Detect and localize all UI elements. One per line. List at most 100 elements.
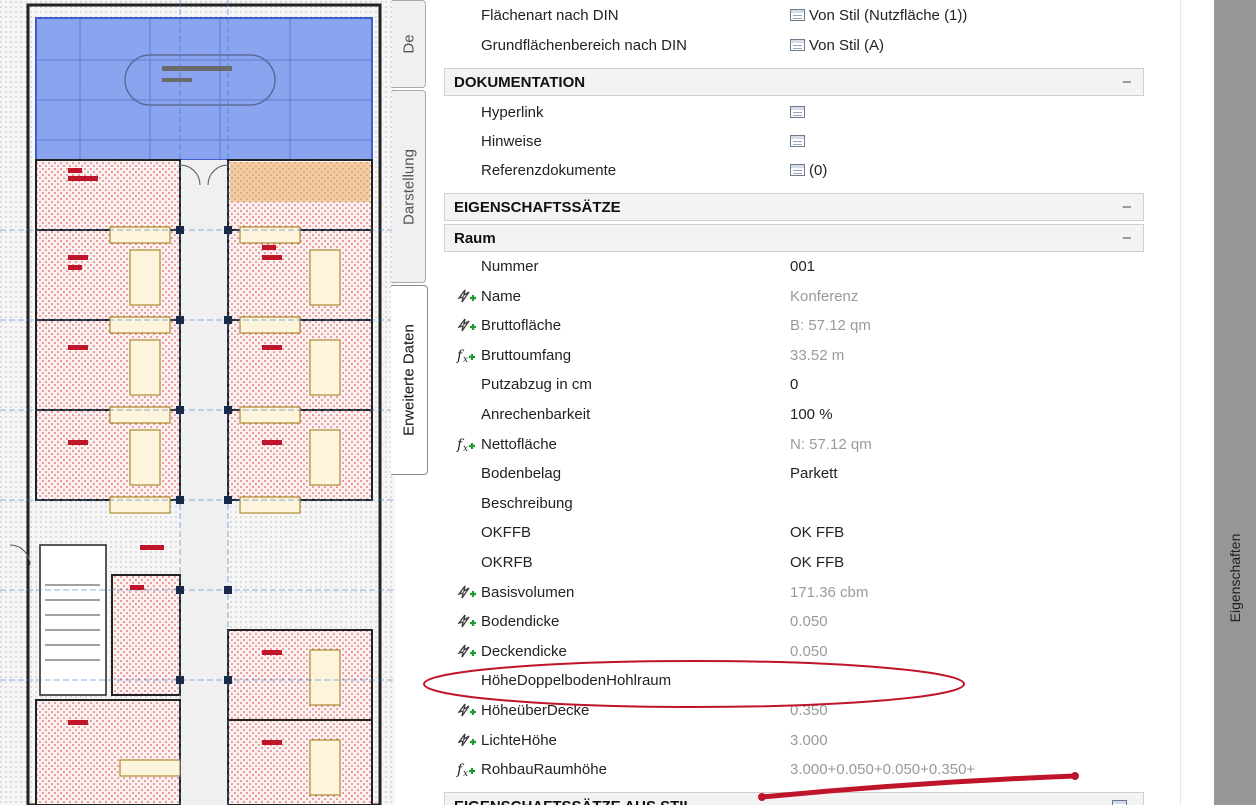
side-tab-strip: De Darstellung Erweiterte Daten bbox=[388, 0, 428, 805]
property-value[interactable] bbox=[790, 133, 809, 150]
tab-darstellung-label: Darstellung bbox=[400, 148, 417, 225]
property-row-raum[interactable]: Bruttofläche B: 57.12 qm bbox=[444, 312, 1144, 341]
property-row-raum[interactable]: OKRFB OK FFB bbox=[444, 549, 1144, 578]
property-label: Name bbox=[481, 287, 522, 305]
property-value[interactable]: (0) bbox=[790, 162, 827, 179]
property-value-text: OK FFB bbox=[790, 524, 845, 542]
section-dokumentation[interactable]: DOKUMENTATION – bbox=[444, 68, 1144, 96]
floor-plan-canvas[interactable] bbox=[0, 0, 395, 807]
property-row-flaechenart[interactable]: Flächenart nach DIN Von Stil (Nutzfläche … bbox=[444, 2, 1144, 31]
property-value[interactable]: 0 bbox=[790, 376, 798, 393]
property-value-text: 0.050 bbox=[790, 642, 828, 660]
table-icon[interactable] bbox=[790, 135, 805, 147]
lightning-plus-icon bbox=[456, 732, 476, 750]
property-row-raum[interactable]: Anrechenbarkeit 100 % bbox=[444, 401, 1144, 430]
property-value-text: Parkett bbox=[790, 465, 838, 483]
property-value[interactable]: 0.050 bbox=[790, 643, 828, 660]
property-value[interactable]: 3.000 bbox=[790, 732, 828, 749]
property-value-text: N: 57.12 qm bbox=[790, 435, 872, 453]
lightning-plus-icon bbox=[456, 584, 476, 602]
property-row-raum[interactable]: OKFFB OK FFB bbox=[444, 519, 1144, 548]
property-value[interactable]: 171.36 cbm bbox=[790, 584, 868, 601]
property-label: Basisvolumen bbox=[481, 583, 575, 601]
property-row-raum[interactable]: Bodenbelag Parkett bbox=[444, 460, 1144, 489]
section-title: DOKUMENTATION bbox=[454, 74, 586, 91]
svg-text:x: x bbox=[463, 769, 468, 779]
section-eigenschaftssaetze[interactable]: EIGENSCHAFTSSÄTZE – bbox=[444, 193, 1144, 221]
property-value-text: 3.000 bbox=[790, 731, 828, 749]
property-value[interactable]: 100 % bbox=[790, 406, 833, 423]
section-eigenschaftssaetze-aus-stil[interactable]: EIGENSCHAFTSSÄTZE AUS STIL bbox=[444, 792, 1144, 805]
property-row-raum[interactable]: HöheüberDecke 0.350 bbox=[444, 697, 1144, 726]
section-title: EIGENSCHAFTSSÄTZE bbox=[454, 199, 621, 216]
property-value[interactable]: OK FFB bbox=[790, 524, 844, 541]
eigenschaften-side-tab[interactable]: Eigenschaften bbox=[1214, 0, 1256, 805]
panel-scroll-gutter[interactable] bbox=[1180, 0, 1215, 805]
tab-design-label: De bbox=[400, 34, 417, 54]
property-row-raum[interactable]: Beschreibung bbox=[444, 490, 1144, 519]
property-value-text: B: 57.12 qm bbox=[790, 317, 871, 335]
property-row-raum[interactable]: HöheDoppelbodenHohlraum bbox=[444, 667, 1144, 696]
table-icon[interactable] bbox=[790, 39, 805, 51]
property-label: Referenzdokumente bbox=[481, 162, 617, 179]
property-value[interactable]: 33.52 m bbox=[790, 347, 844, 364]
property-value-text: Von Stil (A) bbox=[809, 37, 885, 54]
property-row-raum[interactable]: f x Nettofläche N: 57.12 qm bbox=[444, 431, 1144, 460]
collapse-button[interactable]: – bbox=[1123, 73, 1131, 90]
property-label: Hyperlink bbox=[481, 104, 544, 121]
property-row-raum[interactable]: Putzabzug in cm 0 bbox=[444, 371, 1144, 400]
property-label: Putzabzug in cm bbox=[481, 376, 592, 394]
table-icon[interactable] bbox=[790, 106, 805, 118]
property-value[interactable]: N: 57.12 qm bbox=[790, 436, 872, 453]
property-value[interactable] bbox=[790, 104, 809, 121]
property-value[interactable]: 001 bbox=[790, 258, 815, 275]
tab-erweiterte-daten[interactable]: Erweiterte Daten bbox=[391, 285, 428, 475]
property-label: Hinweise bbox=[481, 133, 542, 150]
property-value[interactable]: Von Stil (Nutzfläche (1)) bbox=[790, 7, 967, 24]
tab-darstellung[interactable]: Darstellung bbox=[392, 90, 426, 283]
property-row-doc[interactable]: Hinweise bbox=[444, 128, 1144, 157]
section-raum[interactable]: Raum – bbox=[444, 224, 1144, 252]
collapse-button[interactable]: – bbox=[1123, 198, 1131, 215]
section-title: EIGENSCHAFTSSÄTZE AUS STIL bbox=[454, 798, 693, 805]
property-label: Nettofläche bbox=[481, 435, 557, 453]
property-label: Bruttofläche bbox=[481, 317, 562, 335]
property-value[interactable]: B: 57.12 qm bbox=[790, 317, 871, 334]
property-row-raum[interactable]: Bodendicke 0.050 bbox=[444, 608, 1144, 637]
section-title: Raum bbox=[454, 230, 496, 247]
collapse-button[interactable]: – bbox=[1123, 229, 1131, 246]
tab-erweiterte-daten-label: Erweiterte Daten bbox=[400, 324, 418, 436]
property-row-raum[interactable]: Name Konferenz bbox=[444, 283, 1144, 312]
property-value[interactable]: 0.350 bbox=[790, 702, 828, 719]
table-icon[interactable] bbox=[1112, 800, 1127, 805]
property-value[interactable]: Von Stil (A) bbox=[790, 37, 884, 54]
property-row-raum[interactable]: Basisvolumen 171.36 cbm bbox=[444, 579, 1144, 608]
tab-design[interactable]: De bbox=[392, 0, 426, 88]
property-label: Bruttoumfang bbox=[481, 346, 572, 364]
property-value-text: 100 % bbox=[790, 406, 833, 423]
property-value-text: 001 bbox=[790, 258, 816, 275]
eigenschaften-label: Eigenschaften bbox=[1227, 533, 1243, 623]
property-value[interactable]: 3.000+0.050+0.050+0.350+ bbox=[790, 761, 975, 778]
property-value[interactable]: Konferenz bbox=[790, 288, 858, 305]
property-row-grundflaechenbereich[interactable]: Grundflächenbereich nach DIN Von Stil (A) bbox=[444, 32, 1144, 61]
property-row-doc[interactable]: Hyperlink bbox=[444, 99, 1144, 128]
property-value-text: 0.050 bbox=[790, 613, 828, 631]
property-row-raum[interactable]: LichteHöhe 3.000 bbox=[444, 727, 1144, 756]
property-label: OKRFB bbox=[481, 554, 533, 571]
property-label: HöheüberDecke bbox=[481, 702, 590, 719]
property-row-raum[interactable]: Nummer 001 bbox=[444, 253, 1144, 282]
table-icon[interactable] bbox=[790, 164, 805, 176]
formula-icon: fx bbox=[456, 761, 476, 779]
property-row-raum[interactable]: f x RohbauRaumhöhe 3.000+0.050+0.050+0.350+ bbox=[444, 756, 1144, 785]
property-value[interactable]: Parkett bbox=[790, 465, 838, 482]
properties-panel: Flächenart nach DIN Von Stil (Nutzfläche … bbox=[428, 0, 1180, 805]
lightning-plus-icon bbox=[456, 317, 476, 335]
property-label: Bodenbelag bbox=[481, 465, 562, 483]
property-value[interactable]: OK FFB bbox=[790, 554, 844, 571]
property-row-raum[interactable]: Deckendicke 0.050 bbox=[444, 638, 1144, 667]
property-row-raum[interactable]: f x Bruttoumfang 33.52 m bbox=[444, 342, 1144, 371]
property-row-doc[interactable]: Referenzdokumente (0) bbox=[444, 157, 1144, 186]
table-icon[interactable] bbox=[790, 9, 805, 21]
property-value[interactable]: 0.050 bbox=[790, 613, 828, 630]
